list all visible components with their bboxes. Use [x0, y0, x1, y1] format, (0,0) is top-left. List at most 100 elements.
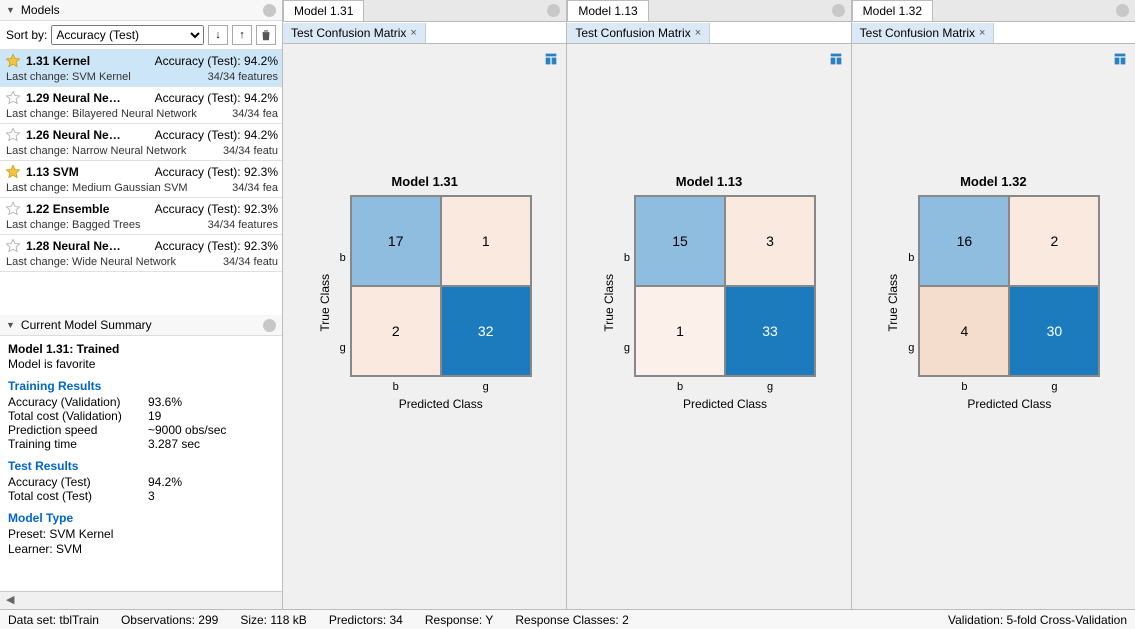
model-last-change: Last change: Bilayered Neural Network [6, 108, 232, 120]
model-features: 34/34 featu [223, 145, 278, 157]
matrix-cell: 2 [1009, 196, 1099, 286]
model-item-1.22[interactable]: 1.22 Ensemble Accuracy (Test): 92.3% Las… [0, 198, 282, 235]
delete-button[interactable] [256, 25, 276, 45]
model-features: 34/34 features [208, 219, 278, 231]
confusion-matrix-tab[interactable]: Test Confusion Matrix × [283, 23, 426, 43]
learner-line: Learner: SVM [8, 542, 274, 556]
ylabel: True Class [886, 274, 900, 332]
xticks: bg [635, 381, 815, 393]
acc-test-label: Accuracy (Test) [8, 475, 148, 489]
model-features: 34/34 featu [223, 256, 278, 268]
models-panel-header[interactable]: ▼ Models [0, 0, 282, 21]
model-last-change: Last change: Medium Gaussian SVM [6, 182, 232, 194]
summary-panel-header[interactable]: ▼ Current Model Summary [0, 315, 282, 336]
model-accuracy: Accuracy (Test): 94.2% [155, 91, 278, 105]
model-accuracy: Accuracy (Test): 94.2% [155, 128, 278, 142]
pane-tabs: Model 1.32 [852, 0, 1135, 22]
model-accuracy: Accuracy (Test): 92.3% [155, 239, 278, 253]
model-accuracy: Accuracy (Test): 92.3% [155, 165, 278, 179]
confusion-matrix-tab[interactable]: Test Confusion Matrix × [567, 23, 710, 43]
matrix-cell: 1 [441, 196, 531, 286]
star-icon[interactable] [4, 163, 22, 181]
sort-up-button[interactable]: ↑ [232, 25, 252, 45]
plot-area: Model 1.31 True Class bg 171232 bg Predi… [283, 44, 566, 609]
summary-panel: Model 1.31: Trained Model is favorite Tr… [0, 336, 282, 591]
status-predictors: Predictors: 34 [329, 613, 403, 627]
model-name: 1.26 Neural Ne… [26, 128, 151, 142]
acc-val-label: Accuracy (Validation) [8, 395, 148, 409]
chart-title: Model 1.31 [293, 174, 556, 189]
cost-val-value: 19 [148, 409, 161, 423]
summary-model-header: Model 1.31: Trained [8, 342, 119, 356]
model-features: 34/34 features [208, 71, 278, 83]
models-title: Models [21, 3, 263, 17]
confusion-matrix-tab[interactable]: Test Confusion Matrix × [852, 23, 995, 43]
model-name: 1.13 SVM [26, 165, 151, 179]
status-response: Response: Y [425, 613, 494, 627]
model-name: 1.22 Ensemble [26, 202, 151, 216]
close-icon[interactable]: × [695, 27, 701, 39]
panel-menu-icon[interactable] [263, 319, 276, 332]
model-tab[interactable]: Model 1.13 [567, 0, 648, 21]
status-classes: Response Classes: 2 [515, 613, 628, 627]
status-observations: Observations: 299 [121, 613, 218, 627]
time-label: Training time [8, 437, 148, 451]
model-list[interactable]: 1.31 Kernel Accuracy (Test): 94.2% Last … [0, 50, 282, 315]
panel-menu-icon[interactable] [263, 4, 276, 17]
nav-back[interactable]: ◀ [0, 591, 282, 609]
star-icon[interactable] [4, 200, 22, 218]
model-item-1.13[interactable]: 1.13 SVM Accuracy (Test): 92.3% Last cha… [0, 161, 282, 198]
ylabel: True Class [602, 274, 616, 332]
sort-select[interactable]: Accuracy (Test) [51, 25, 204, 45]
model-last-change: Last change: Wide Neural Network [6, 256, 223, 268]
pane-menu-icon[interactable] [547, 4, 560, 17]
cost-test-label: Total cost (Test) [8, 489, 148, 503]
close-icon[interactable]: × [410, 27, 416, 39]
model-last-change: Last change: Narrow Neural Network [6, 145, 223, 157]
close-icon[interactable]: × [979, 27, 985, 39]
model-item-1.26[interactable]: 1.26 Neural Ne… Accuracy (Test): 94.2% L… [0, 124, 282, 161]
model-last-change: Last change: SVM Kernel [6, 71, 208, 83]
model-tab[interactable]: Model 1.32 [852, 0, 933, 21]
model-tab[interactable]: Model 1.31 [283, 0, 364, 21]
sort-row: Sort by: Accuracy (Test) ↓ ↑ [0, 21, 282, 50]
status-size: Size: 118 kB [240, 613, 306, 627]
xlabel: Predicted Class [918, 397, 1100, 411]
star-icon[interactable] [4, 52, 22, 70]
sort-down-button[interactable]: ↓ [208, 25, 228, 45]
sidebar: ▼ Models Sort by: Accuracy (Test) ↓ ↑ 1.… [0, 0, 283, 609]
pane-menu-icon[interactable] [832, 4, 845, 17]
matrix-cell: 30 [1009, 286, 1099, 376]
dock-icon[interactable] [1111, 50, 1129, 68]
subtabs: Test Confusion Matrix × [567, 22, 850, 44]
dock-icon[interactable] [542, 50, 560, 68]
pane-tabs: Model 1.31 [283, 0, 566, 22]
pane-1: Model 1.13 Test Confusion Matrix × Model… [566, 0, 850, 609]
matrix-cell: 33 [725, 286, 815, 376]
confusion-matrix: 153133 [634, 195, 816, 377]
xlabel: Predicted Class [350, 397, 532, 411]
model-item-1.29[interactable]: 1.29 Neural Ne… Accuracy (Test): 94.2% L… [0, 87, 282, 124]
star-icon[interactable] [4, 126, 22, 144]
model-item-1.31[interactable]: 1.31 Kernel Accuracy (Test): 94.2% Last … [0, 50, 282, 87]
trash-icon [259, 28, 273, 42]
model-type-title: Model Type [8, 511, 274, 525]
matrix-cell: 16 [919, 196, 1009, 286]
model-name: 1.31 Kernel [26, 54, 151, 68]
plot-area: Model 1.13 True Class bg 153133 bg Predi… [567, 44, 850, 609]
model-item-1.28[interactable]: 1.28 Neural Ne… Accuracy (Test): 92.3% L… [0, 235, 282, 272]
star-icon[interactable] [4, 237, 22, 255]
model-features: 34/34 fea [232, 108, 278, 120]
model-features: 34/34 fea [232, 182, 278, 194]
pane-menu-icon[interactable] [1116, 4, 1129, 17]
model-accuracy: Accuracy (Test): 94.2% [155, 54, 278, 68]
speed-label: Prediction speed [8, 423, 148, 437]
dock-icon[interactable] [827, 50, 845, 68]
matrix-cell: 17 [351, 196, 441, 286]
subtabs: Test Confusion Matrix × [852, 22, 1135, 44]
speed-value: ~9000 obs/sec [148, 423, 226, 437]
yticks: bg [908, 213, 914, 393]
matrix-cell: 2 [351, 286, 441, 376]
star-icon[interactable] [4, 89, 22, 107]
xlabel: Predicted Class [634, 397, 816, 411]
